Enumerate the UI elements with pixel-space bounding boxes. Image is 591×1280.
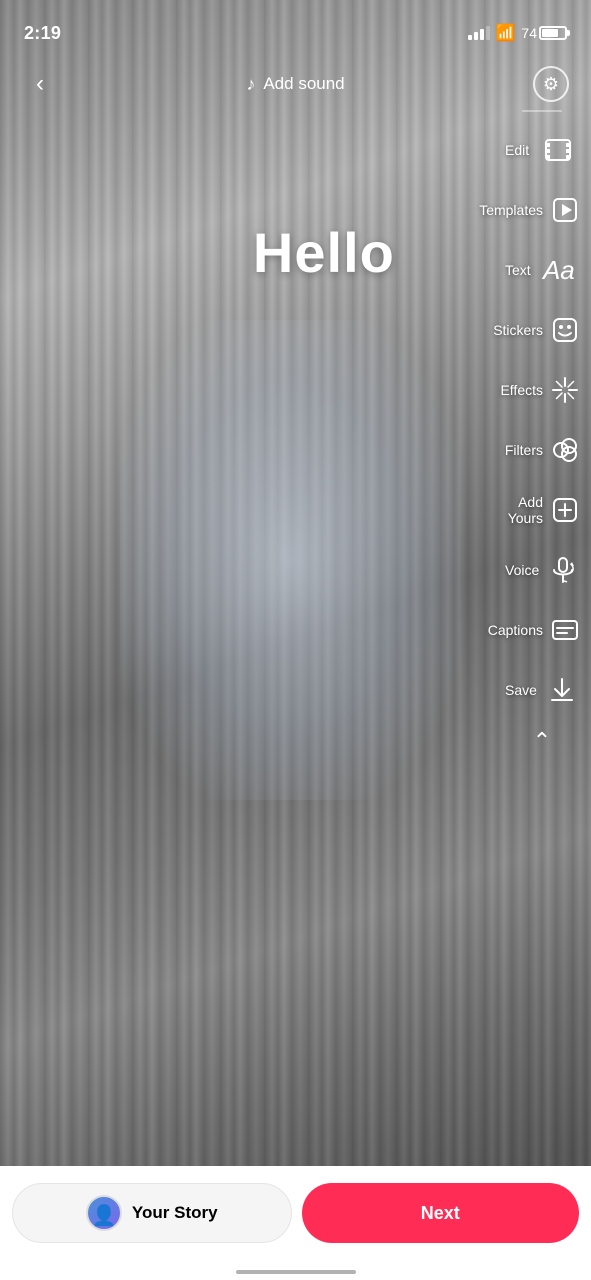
filters-icon-box [551, 428, 579, 472]
toolbar-item-edit[interactable]: Edit [501, 120, 583, 180]
right-toolbar: Edit Templates Text Aa [501, 110, 591, 762]
bottom-bar: 👤 Your Story Next [0, 1166, 591, 1280]
avatar: 👤 [86, 1195, 122, 1231]
text-aa-icon: Aa [543, 255, 575, 286]
status-bar: 2:19 📶 74 [0, 0, 591, 54]
add-sound-label: Add sound [263, 74, 344, 94]
toolbar-item-voice[interactable]: Voice [501, 540, 583, 600]
toolbar-edit-label: Edit [505, 142, 529, 158]
wifi-icon: 📶 [496, 23, 516, 43]
toolbar-item-save[interactable]: Save [501, 660, 583, 720]
toolbar-save-label: Save [505, 682, 537, 698]
toolbar-item-filters[interactable]: Filters [501, 420, 583, 480]
music-note-icon: ♪ [246, 74, 255, 95]
toolbar-item-stickers[interactable]: Stickers [501, 300, 583, 360]
battery-icon [539, 26, 567, 40]
next-label: Next [421, 1203, 460, 1224]
battery-container: 74 [521, 25, 567, 41]
settings-circle: ⚙ [533, 66, 569, 102]
add-yours-icon [551, 496, 579, 524]
status-icons: 📶 74 [468, 23, 568, 43]
toolbar-add-yours-label: Add Yours [505, 494, 543, 526]
templates-icon-box [551, 188, 579, 232]
canvas-hello-text: Hello [253, 220, 395, 285]
toolbar-filters-label: Filters [505, 442, 543, 458]
toolbar-collapse-button[interactable]: ⌃ [501, 720, 583, 762]
window-light [120, 320, 460, 800]
toolbar-item-add-yours[interactable]: Add Yours [501, 480, 583, 540]
home-indicator [236, 1270, 356, 1274]
settings-button[interactable]: ⚙ [531, 64, 571, 104]
effects-icon-box [551, 368, 579, 412]
filters-icon [551, 436, 579, 464]
your-story-label: Your Story [132, 1203, 218, 1223]
toolbar-captions-label: Captions [488, 622, 543, 638]
stickers-icon-box [551, 308, 579, 352]
stickers-icon [551, 316, 579, 344]
top-bar: ‹ ♪ Add sound ⚙ [0, 54, 591, 114]
save-icon-box [545, 668, 579, 712]
toolbar-text-label: Text [505, 262, 531, 278]
avatar-emoji: 👤 [91, 1203, 116, 1228]
edit-icon-box [537, 128, 579, 172]
captions-icon-box [551, 608, 579, 652]
save-download-icon [548, 676, 576, 704]
templates-icon [551, 196, 579, 224]
toolbar-divider [522, 110, 562, 112]
text-icon-box: Aa [539, 248, 579, 292]
add-yours-icon-box [551, 488, 579, 532]
toolbar-voice-label: Voice [505, 562, 539, 578]
voice-icon-box [547, 548, 579, 592]
edit-film-icon [544, 136, 572, 164]
signal-bars-icon [468, 26, 490, 40]
captions-icon [551, 616, 579, 644]
status-time: 2:19 [24, 23, 61, 44]
gear-icon: ⚙ [543, 74, 559, 95]
your-story-button[interactable]: 👤 Your Story [12, 1183, 292, 1243]
toolbar-effects-label: Effects [500, 382, 543, 398]
next-button[interactable]: Next [302, 1183, 580, 1243]
toolbar-item-effects[interactable]: Effects [501, 360, 583, 420]
toolbar-item-templates[interactable]: Templates [501, 180, 583, 240]
battery-percent: 74 [521, 25, 537, 41]
effects-sparkle-icon [551, 376, 579, 404]
voice-icon [549, 556, 577, 584]
toolbar-item-text[interactable]: Text Aa [501, 240, 583, 300]
add-sound-button[interactable]: ♪ Add sound [246, 74, 344, 95]
back-button[interactable]: ‹ [20, 64, 60, 104]
toolbar-templates-label: Templates [479, 202, 543, 218]
toolbar-stickers-label: Stickers [493, 322, 543, 338]
chevron-up-icon: ⌃ [533, 728, 551, 754]
toolbar-item-captions[interactable]: Captions [501, 600, 583, 660]
back-chevron-icon: ‹ [36, 70, 44, 98]
